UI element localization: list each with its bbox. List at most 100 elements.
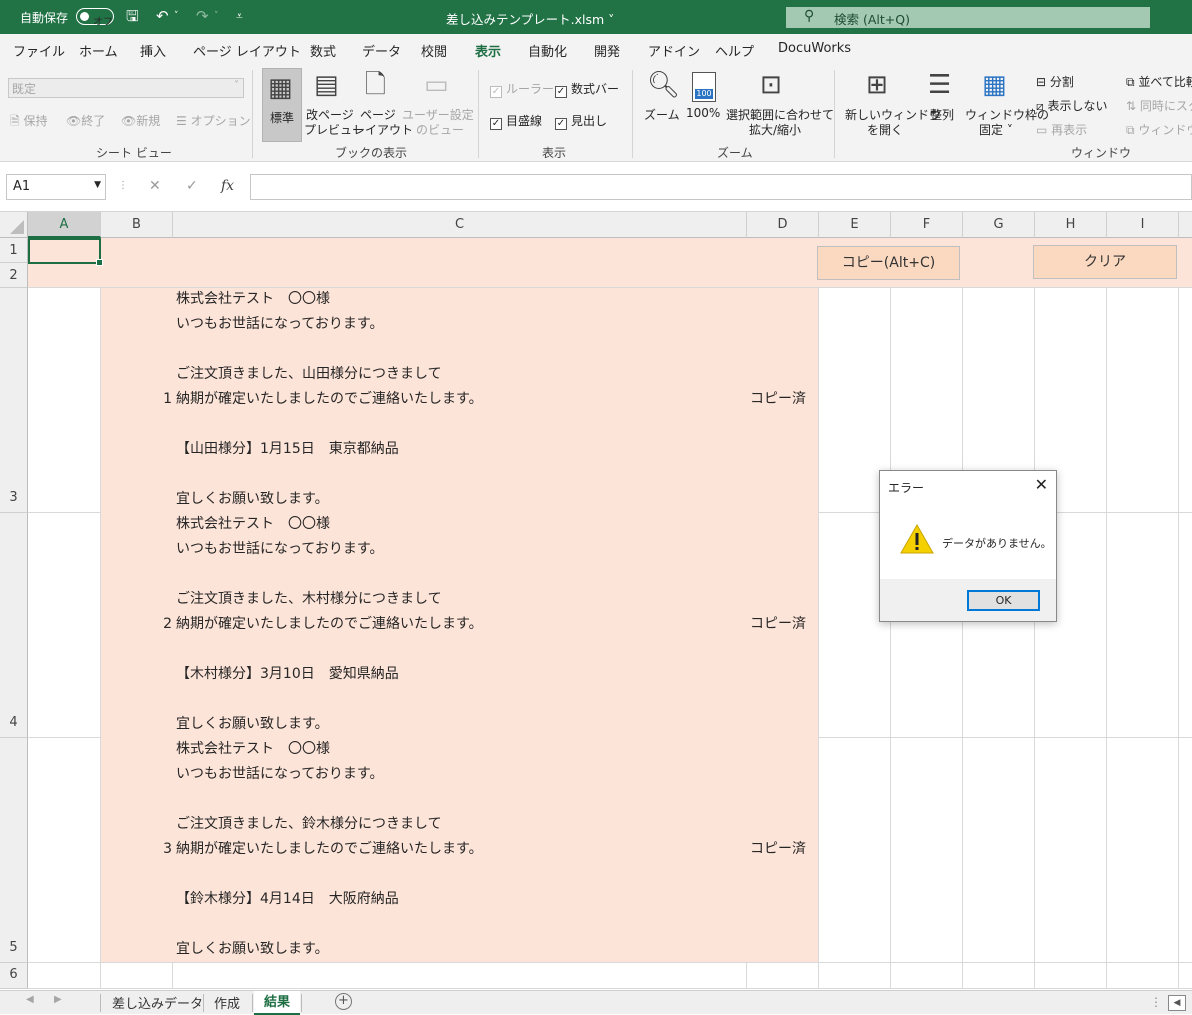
select-all-corner[interactable] (0, 212, 28, 238)
tab-view[interactable]: 表示 (475, 41, 502, 67)
autosave-toggle[interactable]: オフ (76, 8, 114, 28)
redo-icon[interactable]: ↷ (196, 7, 209, 25)
column-header-f[interactable]: F (891, 212, 963, 238)
chevron-down-icon: ˅ (608, 12, 615, 27)
record-line: 株式会社テスト 〇〇様 (176, 516, 330, 532)
insert-function-icon[interactable]: fx (221, 178, 234, 194)
column-header-j[interactable] (1179, 212, 1192, 238)
row-header-1[interactable]: 1 (0, 238, 28, 263)
more-options-icon: ⋮ (118, 180, 128, 191)
sheet-tab-create[interactable]: 作成 (214, 993, 240, 1012)
column-header-i[interactable]: I (1107, 212, 1179, 238)
row-header-5[interactable]: 5 (0, 738, 28, 963)
new-window-icon: ⊞ (866, 70, 888, 100)
tab-docuworks[interactable]: DocuWorks (778, 41, 851, 56)
group-label-workbook-views: ブックの表示 (335, 146, 408, 160)
hide-button[interactable]: ⧄ 表示しない (1036, 97, 1107, 114)
arrange-all-button[interactable]: 整列 (930, 106, 954, 123)
new-view-button[interactable]: 👁新規 (121, 112, 160, 129)
undo-icon[interactable]: ↶ (156, 7, 169, 25)
ok-button[interactable]: OK (967, 590, 1040, 611)
record-line: 納期が確定いたしましたのでご連絡いたします。 (176, 391, 483, 407)
row-header-4[interactable]: 4 (0, 513, 28, 738)
record-line: 納期が確定いたしましたのでご連絡いたします。 (176, 841, 483, 857)
tab-formulas[interactable]: 数式 (310, 41, 336, 60)
zoom-button[interactable]: ズーム (644, 106, 680, 123)
tab-review[interactable]: 校閲 (421, 41, 447, 60)
row-header-6[interactable]: 6 (0, 963, 28, 989)
custom-views-icon: ▭ (424, 70, 449, 100)
tab-page-layout[interactable]: ページ レイアウト (193, 41, 301, 60)
zoom-100-button[interactable]: 100% (686, 106, 720, 120)
cancel-icon[interactable]: ✕ (149, 178, 161, 194)
scroll-right-icon[interactable]: ▶ (54, 994, 62, 1005)
add-sheet-icon[interactable]: + (335, 993, 352, 1010)
column-header-a[interactable]: A (28, 212, 101, 238)
gridline (172, 962, 173, 988)
column-header-c[interactable]: C (173, 212, 747, 238)
tab-data[interactable]: データ (362, 41, 401, 60)
column-header-d[interactable]: D (747, 212, 819, 238)
sheet-tab-merge-data[interactable]: 差し込みデータ (112, 993, 203, 1012)
close-icon[interactable]: ✕ (1035, 475, 1048, 494)
normal-view-button[interactable]: ▦ 標準 (262, 68, 302, 142)
unhide-button[interactable]: ▭ 再表示 (1036, 121, 1087, 138)
clear-button[interactable]: クリア (1033, 245, 1177, 279)
active-cell-a1[interactable] (28, 238, 103, 266)
column-header-h[interactable]: H (1035, 212, 1107, 238)
exit-button[interactable]: 👁終了 (66, 112, 105, 129)
group-separator (252, 70, 253, 158)
tab-insert[interactable]: 挿入 (140, 41, 166, 60)
enter-icon[interactable]: ✓ (186, 178, 198, 194)
copy-button[interactable]: コピー(Alt+C) (817, 246, 960, 280)
save-icon[interactable]: 🖫 (126, 7, 139, 25)
ruler-checkbox[interactable]: ✓ ルーラー (490, 80, 554, 98)
record-line: ご注文頂きました、鈴木様分につきまして (176, 816, 442, 832)
column-header-e[interactable]: E (819, 212, 891, 238)
tab-file[interactable]: ファイル (13, 41, 65, 60)
eye-icon: 👁 (121, 114, 137, 128)
tab-automate[interactable]: 自動化 (528, 41, 567, 60)
column-header-g[interactable]: G (963, 212, 1035, 238)
grid-icon: ▦ (268, 73, 293, 103)
more-options-icon[interactable]: ⋮ (1150, 995, 1162, 1009)
horizontal-scroll-left-icon[interactable]: ◀ (1168, 995, 1186, 1011)
options-button[interactable]: ☰ オプション (176, 112, 251, 129)
gridlines-checkbox[interactable]: ✓ 目盛線 (490, 112, 542, 130)
scroll-left-icon[interactable]: ◀ (26, 994, 34, 1005)
document-title[interactable]: 差し込みテンプレート.xlsm ˅ (446, 9, 614, 28)
sheet-view-dropdown[interactable]: 既定 ˅ (8, 78, 244, 98)
tab-developer[interactable]: 開発 (594, 41, 620, 60)
formula-bar-checkbox[interactable]: ✓ 数式バー (555, 80, 619, 98)
unhide-icon: ▭ (1036, 123, 1048, 137)
row-header-3[interactable]: 3 (0, 288, 28, 513)
tab-help[interactable]: ヘルプ (715, 41, 754, 60)
record-number: 2 (163, 616, 172, 632)
record-line: ご注文頂きました、山田様分につきまして (176, 366, 442, 382)
column-header-b[interactable]: B (101, 212, 173, 238)
customize-quick-access-icon[interactable]: ⩡ (236, 7, 243, 25)
undo-dropdown-icon[interactable]: ˅ (174, 7, 179, 25)
reset-window-position-button[interactable]: ⧉ ウィンドウの (1126, 121, 1192, 138)
formula-input[interactable] (250, 174, 1192, 200)
record-line: 納期が確定いたしましたのでご連絡いたします。 (176, 616, 483, 632)
split-button[interactable]: ⊟ 分割 (1036, 73, 1074, 90)
error-dialog: エラー ✕ データがありません。 OK (879, 470, 1057, 622)
hide-icon: ⧄ (1036, 99, 1044, 113)
tab-home[interactable]: ホーム (79, 41, 118, 60)
normal-view-label: 標準 (270, 111, 295, 125)
view-side-by-side-button[interactable]: ⧉ 並べて比較 (1126, 73, 1192, 90)
title-bar: 自動保存 オフ 🖫 ↶ ˅ ↷ ˅ ⩡ 差し込みテンプレート.xlsm ˅ ⚲ … (0, 0, 1192, 34)
headings-checkbox[interactable]: ✓ 見出し (555, 112, 607, 130)
group-label-window: ウィンドウ (1071, 146, 1132, 160)
row-header-2[interactable]: 2 (0, 263, 28, 288)
tab-addins[interactable]: アドイン (648, 41, 700, 60)
name-box[interactable]: A1 ▼ (6, 174, 106, 200)
sheet-tab-result[interactable]: 結果 (254, 991, 301, 1015)
synchronous-scrolling-button[interactable]: ⇅ 同時にスク (1126, 97, 1192, 114)
search-box[interactable]: ⚲ 検索 (Alt+Q) (786, 7, 1150, 28)
keep-button[interactable]: 🗎 保持 (10, 112, 48, 133)
gridline (1106, 288, 1107, 988)
redo-dropdown-icon[interactable]: ˅ (214, 7, 219, 25)
record-number: 1 (163, 391, 172, 407)
